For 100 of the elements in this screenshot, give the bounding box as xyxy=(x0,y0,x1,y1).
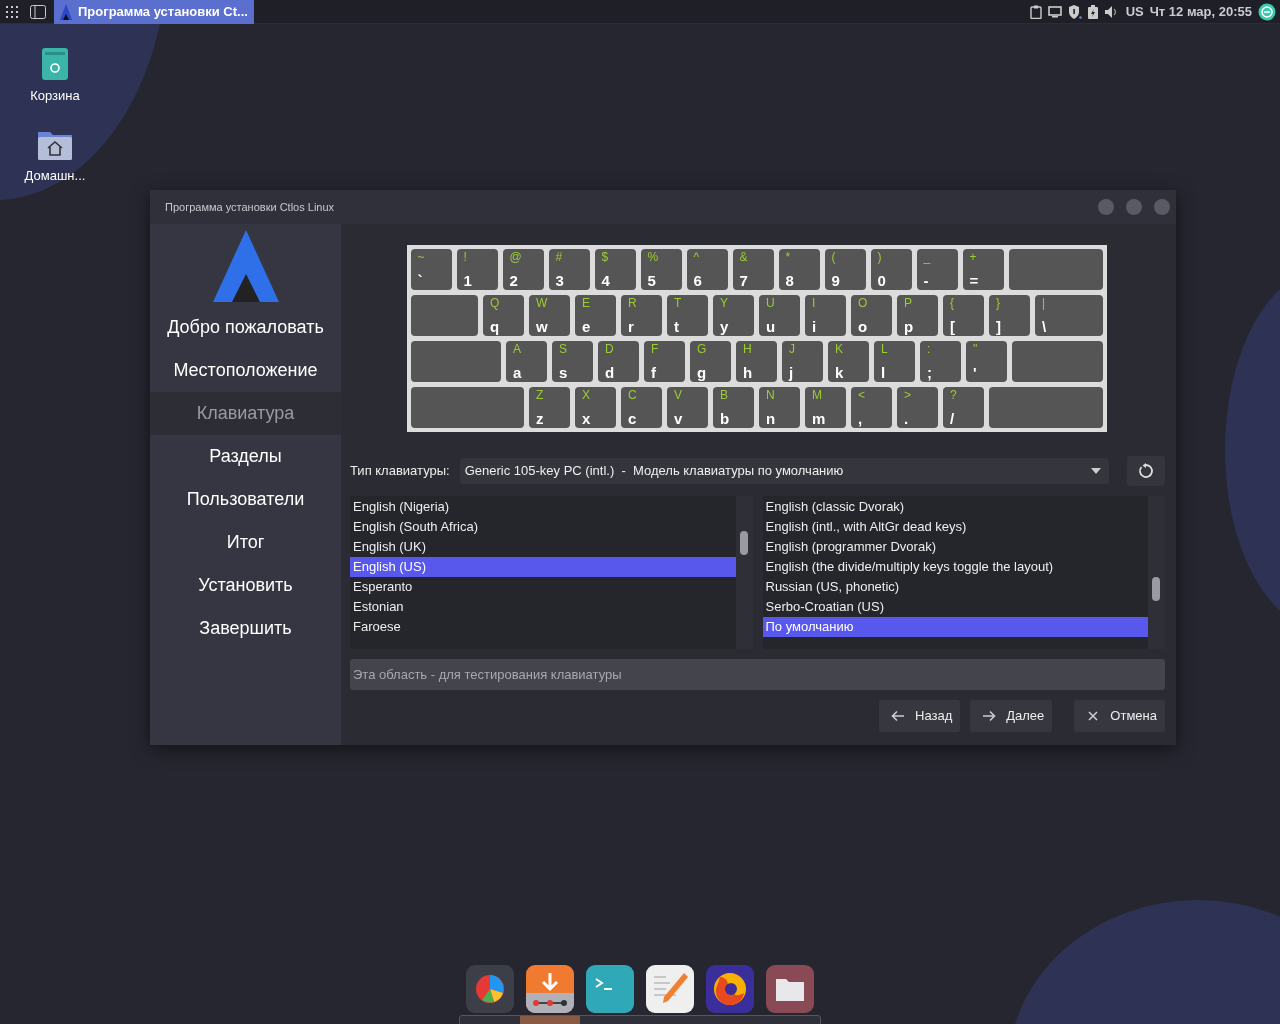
sidebar-step: Установить xyxy=(150,564,341,607)
keyboard-key: X x xyxy=(575,387,616,428)
sidebar-step: Местоположение xyxy=(150,349,341,392)
keyboard-key: * 8 xyxy=(778,249,820,290)
scrollbar[interactable] xyxy=(1148,496,1165,649)
keyboard-key: A a xyxy=(506,341,547,382)
list-item[interactable]: English (intl., with AltGr dead keys) xyxy=(762,517,1148,537)
keyboard-key: " ' xyxy=(966,341,1007,382)
keyboard-key: { [ xyxy=(943,295,984,336)
keyboard-key: ^ 6 xyxy=(686,249,728,290)
keyboard-key: S s xyxy=(552,341,593,382)
apps-grid-icon[interactable] xyxy=(6,5,18,18)
trash-bin-icon[interactable] xyxy=(42,48,68,80)
keyboard-key: > . xyxy=(897,387,938,428)
desktop-icon-label[interactable]: Корзина xyxy=(30,86,80,106)
keyboard-key: Y y xyxy=(713,295,754,336)
battery-icon[interactable] xyxy=(1087,4,1098,19)
status-circle-icon[interactable] xyxy=(1258,2,1276,21)
monitor-icon[interactable] xyxy=(1047,5,1062,18)
keyboard-key: % 5 xyxy=(640,249,682,290)
keyboard-key: Z z xyxy=(529,387,570,428)
keyboard-key: # 3 xyxy=(548,249,590,290)
list-item[interactable]: Esperanto xyxy=(350,577,736,597)
keyboard-key: J j xyxy=(782,341,823,382)
list-item[interactable]: English (the divide/multiply keys toggle the layout) xyxy=(762,557,1148,577)
keyboard-key: G g xyxy=(690,341,731,382)
keyboard-key: & 7 xyxy=(732,249,774,290)
keyboard-key: $ 4 xyxy=(594,249,636,290)
reset-button[interactable] xyxy=(1127,456,1165,486)
keyboard-key: T t xyxy=(667,295,708,336)
window-title: Программа установки Ct... xyxy=(78,2,248,21)
keyboard-model-dropdown[interactable]: Generic 105-key PC (intl.) - Модель клавиатуры по умолчанию xyxy=(459,458,1109,484)
keyboard-key: H h xyxy=(736,341,777,382)
sidebar-panel-icon[interactable] xyxy=(30,4,46,19)
keyboard-key: D d xyxy=(598,341,639,382)
shield-icon[interactable] xyxy=(1067,4,1082,19)
list-item[interactable]: Estonian xyxy=(350,597,736,617)
list-item[interactable]: English (US) xyxy=(350,557,736,577)
variant-list[interactable]: English (classic Dvorak) English (intl., with AltGr dead keys) English (programmer Dvorak) English (the divide/multiply keys toggle the layout) Russian (US, phonetic) Serbo-Croatian (US) По умолчанию xyxy=(762,496,1165,649)
list-item[interactable]: English (Nigeria) xyxy=(350,497,736,517)
keyboard-layout-indicator[interactable]: US xyxy=(1125,1,1144,22)
keyboard-key: Q q xyxy=(483,295,524,336)
list-item[interactable]: По умолчанию xyxy=(762,617,1148,637)
cancel-button[interactable]: Отмена xyxy=(1074,700,1165,732)
keyboard-key: M m xyxy=(805,387,846,428)
back-button[interactable]: Назад xyxy=(879,700,961,732)
keyboard-key: < , xyxy=(851,387,892,428)
keyboard-key: B b xyxy=(713,387,754,428)
list-item[interactable]: English (programmer Dvorak) xyxy=(762,537,1148,557)
keyboard-key: V v xyxy=(667,387,708,428)
keyboard-key: ( 9 xyxy=(824,249,866,290)
window-title: Программа установки Ctlos Linux xyxy=(165,199,336,215)
keyboard-key: : ; xyxy=(920,341,961,382)
list-item[interactable]: English (classic Dvorak) xyxy=(762,497,1148,517)
taskbar-window-button[interactable]: Программа установки Ct... xyxy=(54,0,254,24)
active-app-indicator xyxy=(520,1016,580,1024)
list-item[interactable]: English (South Africa) xyxy=(350,517,736,537)
keyboard-key xyxy=(410,295,478,336)
clipboard-icon[interactable] xyxy=(1029,4,1042,19)
keyboard-key: E e xyxy=(575,295,616,336)
keyboard-key: N n xyxy=(759,387,800,428)
keyboard-key: C c xyxy=(621,387,662,428)
list-item[interactable]: Russian (US, phonetic) xyxy=(762,577,1148,597)
keyboard-key: | \ xyxy=(1035,295,1103,336)
clock[interactable]: Чт 12 мар, 20:55 xyxy=(1149,1,1252,22)
back-arrow-icon xyxy=(891,709,905,723)
list-item[interactable]: Serbo-Croatian (US) xyxy=(762,597,1148,617)
close-icon xyxy=(1086,709,1101,723)
sidebar-step: Клавиатура xyxy=(150,392,341,435)
distro-logo-icon xyxy=(212,230,279,302)
keyboard-key: } ] xyxy=(989,295,1030,336)
keyboard-key: _ - xyxy=(916,249,958,290)
keyboard-key: K k xyxy=(828,341,869,382)
next-button[interactable]: Далее xyxy=(970,700,1053,732)
keyboard-key: R r xyxy=(621,295,662,336)
keyboard-key: ~ ` xyxy=(410,249,452,290)
sidebar-step: Добро пожаловать xyxy=(150,306,341,349)
desktop-icon-label[interactable]: Домашн... xyxy=(24,166,86,186)
reset-icon xyxy=(1138,463,1154,479)
list-item[interactable]: Faroese xyxy=(350,617,736,637)
caret-icon xyxy=(1091,468,1101,474)
list-item[interactable]: English (UK) xyxy=(350,537,736,557)
keyboard-key: O o xyxy=(851,295,892,336)
home-folder-icon[interactable] xyxy=(38,130,72,160)
test-input-field[interactable]: Эта область - для тестирования клавиатуры xyxy=(350,659,1165,690)
sidebar-step: Завершить xyxy=(150,607,341,650)
scrollbar[interactable] xyxy=(735,496,753,649)
keyboard-key: P p xyxy=(897,295,938,336)
keyboard-key: W w xyxy=(529,295,570,336)
sidebar-step: Пользователи xyxy=(150,478,341,521)
keyboard-key: ) 0 xyxy=(870,249,912,290)
layout-list[interactable]: English (Nigeria) English (South Africa) English (UK) English (US) Esperanto Estonian Faroese xyxy=(350,496,753,649)
keyboard-key: ! 1 xyxy=(456,249,498,290)
forward-arrow-icon xyxy=(982,709,997,723)
keyboard-key: F f xyxy=(644,341,685,382)
keyboard-key: L l xyxy=(874,341,915,382)
sidebar-step: Разделы xyxy=(150,435,341,478)
field-label: Тип клавиатуры: xyxy=(350,462,450,481)
sidebar-step: Итог xyxy=(150,521,341,564)
installer-logo-icon xyxy=(60,3,72,20)
